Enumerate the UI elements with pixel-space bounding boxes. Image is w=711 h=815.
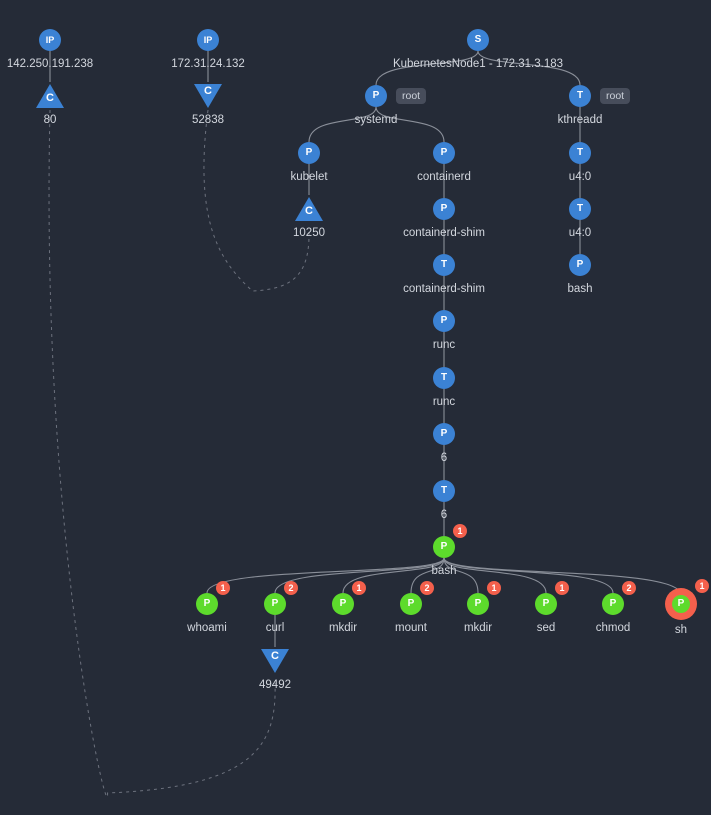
node-glyph-p: P [672, 595, 690, 613]
node-label: u4:0 [568, 227, 592, 239]
edge-proc-bash-main-to-proc-whoami [206, 557, 445, 594]
node-label: 49492 [259, 679, 291, 691]
node-glyph-p: P [332, 593, 354, 615]
node-glyph-t: T [569, 85, 591, 107]
user-tag: root [600, 88, 631, 104]
node-label: whoami [187, 622, 227, 634]
node-glyph-ip: IP [197, 29, 219, 51]
node-label: chmod [595, 622, 631, 634]
node-label: containerd-shim [403, 227, 485, 239]
node-label: runc [432, 339, 456, 351]
node-glyph-s: S [467, 29, 489, 51]
node-glyph: C [204, 85, 212, 97]
node-label: 142.250.191.238 [6, 58, 94, 70]
connection-triangle-down-icon: C [194, 84, 222, 108]
node-glyph-p: P [433, 310, 455, 332]
node-glyph-p: P [433, 142, 455, 164]
node-glyph-t: T [569, 142, 591, 164]
node-label: u4:0 [568, 171, 592, 183]
node-label: 80 [43, 114, 57, 126]
node-label: mkdir [463, 622, 493, 634]
node-label: runc [432, 396, 456, 408]
node-label: containerd-shim [403, 283, 485, 295]
node-label: 52838 [192, 114, 224, 126]
node-label: mkdir [328, 622, 358, 634]
node-label: mount [395, 622, 427, 634]
alert-count-badge[interactable]: 1 [695, 579, 709, 593]
node-glyph-p: P [400, 593, 422, 615]
node-glyph-t: T [433, 254, 455, 276]
node-glyph: C [305, 205, 313, 217]
node-glyph-ip: IP [39, 29, 61, 51]
connection-triangle-up-icon: C [295, 197, 323, 221]
node-label: 172.31.24.132 [171, 58, 245, 70]
alert-count-badge[interactable]: 1 [453, 524, 467, 538]
node-label: KubernetesNode1 - 172.31.3.183 [392, 58, 564, 70]
node-glyph-p: P [433, 423, 455, 445]
edge-proc-bash-main-to-proc-chmod [443, 557, 614, 594]
alert-count-badge[interactable]: 1 [352, 581, 366, 595]
node-label: systemd [354, 114, 398, 126]
process-tree-canvas[interactable]: IP 142.250.191.238 C 80 IP 172.31.24.132 C 5283… [0, 0, 711, 815]
node-label: containerd [417, 171, 471, 183]
node-glyph-p: P [264, 593, 286, 615]
user-tag: root [396, 88, 427, 104]
node-label: kubelet [290, 171, 328, 183]
node-glyph-p: P [569, 254, 591, 276]
node-glyph-t: T [433, 367, 455, 389]
node-label: kthreadd [557, 114, 603, 126]
node-label: sed [536, 622, 556, 634]
alert-count-badge[interactable]: 2 [420, 581, 434, 595]
alert-count-badge[interactable]: 1 [555, 581, 569, 595]
node-label: bash [431, 565, 457, 577]
node-glyph-t: T [569, 198, 591, 220]
alert-count-badge[interactable]: 2 [622, 581, 636, 595]
node-label: 10250 [293, 227, 325, 239]
node-glyph-p: P [467, 593, 489, 615]
node-glyph-t: T [433, 480, 455, 502]
node-label: sh [674, 624, 688, 636]
node-glyph-p: P [196, 593, 218, 615]
node-glyph: C [271, 650, 279, 662]
node-glyph-p: P [433, 198, 455, 220]
alert-count-badge[interactable]: 1 [487, 581, 501, 595]
node-glyph: C [46, 92, 54, 104]
edge-conn-80-to-conn-49492 [48, 109, 276, 798]
node-label: curl [265, 622, 285, 634]
node-label: 6 [440, 452, 448, 464]
node-glyph-p: P [535, 593, 557, 615]
edge-conn-52838-to-conn-10250 [203, 109, 310, 292]
node-label: bash [567, 283, 593, 295]
node-label: 6 [440, 509, 448, 521]
node-glyph-p: P [602, 593, 624, 615]
connection-triangle-up-icon: C [36, 84, 64, 108]
node-glyph-p: P [298, 142, 320, 164]
alert-count-badge[interactable]: 2 [284, 581, 298, 595]
alert-count-badge[interactable]: 1 [216, 581, 230, 595]
connection-triangle-down-icon: C [261, 649, 289, 673]
node-glyph-p: P [365, 85, 387, 107]
node-glyph-p: P [433, 536, 455, 558]
